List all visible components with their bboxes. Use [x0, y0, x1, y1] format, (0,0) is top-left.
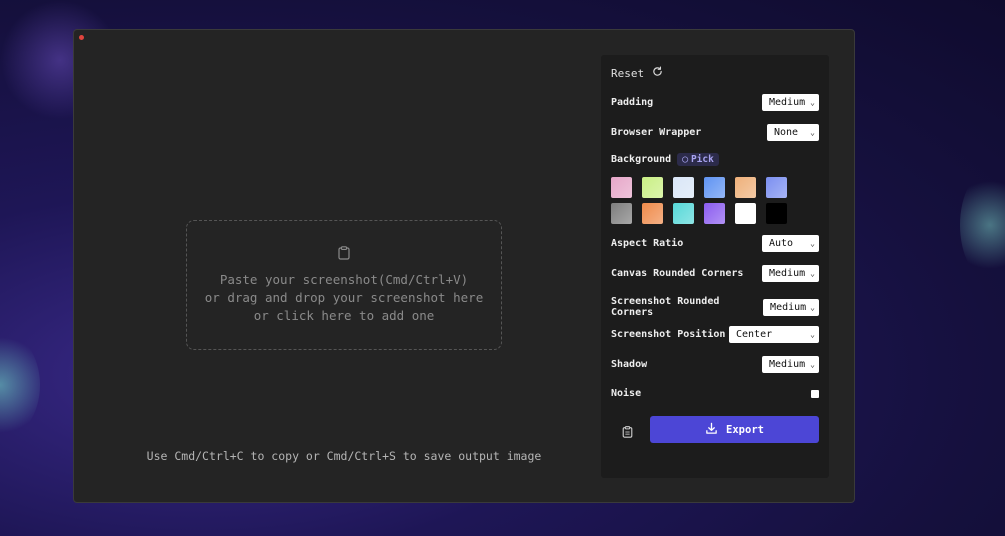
noise-row: Noise	[611, 388, 819, 399]
canvas-rounded-corners-label: Canvas Rounded Corners	[611, 268, 744, 279]
canvas-rounded-corners-select[interactable]: Medium ⌄	[762, 265, 819, 282]
screenshot-dropzone[interactable]: Paste your screenshot(Cmd/Ctrl+V) or dra…	[186, 220, 502, 350]
browser-wrapper-label: Browser Wrapper	[611, 127, 702, 138]
background-swatch[interactable]	[735, 203, 756, 224]
aspect-ratio-label: Aspect Ratio	[611, 238, 684, 249]
browser-wrapper-select[interactable]: None ⌄	[767, 124, 819, 141]
dropzone-line-1: Paste your screenshot(Cmd/Ctrl+V)	[219, 271, 469, 287]
noise-checkbox[interactable]	[811, 389, 819, 398]
aspect-ratio-value: Auto	[769, 238, 794, 249]
background-swatch[interactable]	[673, 203, 694, 224]
background-swatch[interactable]	[735, 177, 756, 198]
screenshot-rounded-corners-select[interactable]: Medium ⌄	[763, 298, 819, 316]
background-swatch[interactable]	[766, 177, 787, 198]
background-swatches	[611, 177, 787, 224]
shadow-row: Shadow Medium ⌄	[611, 356, 819, 373]
chevron-down-icon: ⌄	[810, 302, 815, 312]
background-swatch[interactable]	[704, 177, 725, 198]
chevron-down-icon: ⌄	[810, 239, 815, 248]
close-window-button[interactable]	[79, 35, 84, 40]
pick-label: Pick	[690, 154, 714, 165]
background-swatch[interactable]	[673, 177, 694, 198]
clipboard-icon	[338, 245, 350, 265]
dropzone-line-3: or click here to add one	[253, 307, 435, 323]
shadow-select[interactable]: Medium ⌄	[762, 356, 819, 373]
reset-row: Reset	[611, 66, 819, 80]
canvas-rounded-corners-value: Medium	[769, 268, 806, 279]
chevron-down-icon: ⌄	[810, 128, 815, 137]
screenshot-rounded-corners-label: Screenshot Rounded Corners	[611, 296, 720, 318]
shadow-label: Shadow	[611, 359, 648, 370]
noise-label: Noise	[611, 388, 642, 399]
clipboard-icon	[622, 423, 633, 442]
background-swatch[interactable]	[642, 203, 663, 224]
background-label: Background	[611, 154, 672, 165]
screenshot-position-label: Screenshot Position	[611, 329, 726, 340]
dropzone-line-2: or drag and drop your screenshot here	[204, 289, 484, 305]
shadow-value: Medium	[769, 359, 806, 370]
background-row: Background ◯ Pick	[611, 153, 819, 166]
background-swatch[interactable]	[611, 203, 632, 224]
copy-to-clipboard-button[interactable]	[622, 423, 633, 442]
screenshot-position-select[interactable]: Center ⌄	[729, 326, 819, 343]
screenshot-rounded-corners-row: Screenshot Rounded Corners Medium ⌄	[611, 296, 819, 318]
background-swatch[interactable]	[704, 203, 725, 224]
padding-label: Padding	[611, 97, 654, 108]
background-glow	[0, 330, 40, 440]
background-swatch[interactable]	[766, 203, 787, 224]
app-window: Paste your screenshot(Cmd/Ctrl+V) or dra…	[73, 29, 855, 503]
screenshot-position-row: Screenshot Position Center ⌄	[611, 326, 819, 343]
reset-label: Reset	[611, 66, 645, 80]
pick-color-button[interactable]: ◯ Pick	[677, 153, 719, 166]
chevron-down-icon: ⌄	[810, 360, 815, 369]
browser-wrapper-value: None	[774, 127, 799, 138]
padding-row: Padding Medium ⌄	[611, 94, 819, 111]
background-swatch[interactable]	[611, 177, 632, 198]
padding-select[interactable]: Medium ⌄	[762, 94, 819, 111]
export-label: Export	[726, 423, 764, 436]
screenshot-position-value: Center	[736, 329, 773, 340]
aspect-ratio-row: Aspect Ratio Auto ⌄	[611, 235, 819, 252]
chevron-down-icon: ⌄	[810, 330, 815, 339]
color-picker-icon: ◯	[682, 154, 688, 165]
padding-value: Medium	[769, 97, 806, 108]
reset-button[interactable]: Reset	[611, 66, 663, 80]
background-glow	[960, 170, 1005, 280]
refresh-icon	[652, 66, 663, 80]
aspect-ratio-select[interactable]: Auto ⌄	[762, 235, 819, 252]
download-icon	[705, 422, 718, 438]
canvas-rounded-corners-row: Canvas Rounded Corners Medium ⌄	[611, 265, 819, 282]
settings-panel: Reset Padding Medium ⌄ Browser Wrapper N…	[601, 55, 829, 478]
chevron-down-icon: ⌄	[810, 98, 815, 107]
browser-wrapper-row: Browser Wrapper None ⌄	[611, 124, 819, 141]
shortcut-hint: Use Cmd/Ctrl+C to copy or Cmd/Ctrl+S to …	[146, 449, 542, 463]
screenshot-rounded-corners-value: Medium	[770, 301, 807, 313]
chevron-down-icon: ⌄	[810, 269, 815, 278]
export-button[interactable]: Export	[650, 416, 819, 443]
background-swatch[interactable]	[642, 177, 663, 198]
